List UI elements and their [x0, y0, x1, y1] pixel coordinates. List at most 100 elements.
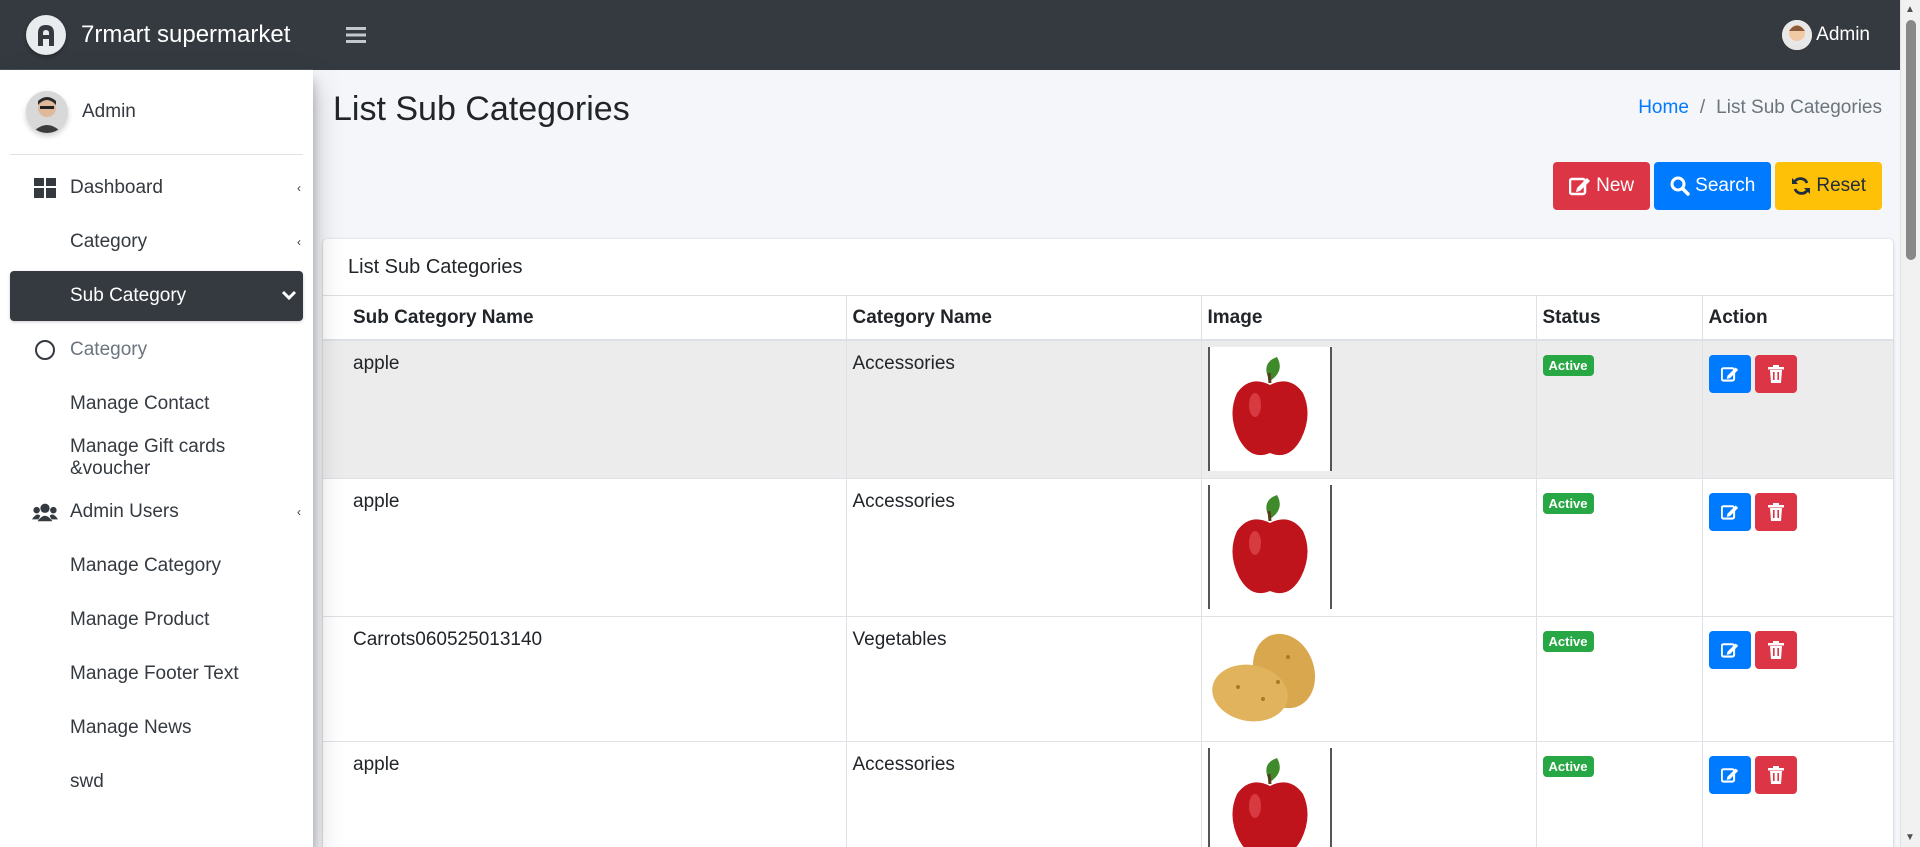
search-button-label: Search — [1695, 175, 1756, 196]
card-title: List Sub Categories — [323, 239, 1893, 296]
delete-button[interactable] — [1754, 355, 1797, 393]
reset-button-label: Reset — [1816, 175, 1866, 196]
breadcrumb-current: List Sub Categories — [1716, 97, 1882, 118]
status-badge: Active — [1542, 492, 1594, 514]
edit-icon — [1720, 642, 1738, 658]
image-cell — [1201, 339, 1537, 478]
sidebar-item-manage-gift-cards[interactable]: Manage Gift cards &voucher — [10, 433, 303, 483]
sidebar-item-label: Manage Gift cards &voucher — [70, 436, 226, 479]
sidebar-item-sub-category[interactable]: Sub Category — [10, 271, 303, 321]
main-content: List Sub Categories Home / List Sub Cate… — [313, 70, 1900, 847]
column-header[interactable]: Sub Category Name — [323, 296, 847, 341]
breadcrumb: Home / List Sub Categories — [1638, 97, 1882, 119]
edit-button[interactable] — [1708, 355, 1751, 393]
category-name: Accessories — [846, 740, 1202, 847]
chevron-left-icon: ‹ — [297, 505, 301, 519]
chevron-left-icon: ‹ — [297, 235, 301, 249]
trash-icon — [1767, 640, 1784, 659]
navbar-user-name: Admin — [1816, 24, 1870, 45]
status-badge: Active — [1542, 355, 1594, 376]
delete-button[interactable] — [1754, 630, 1797, 669]
table-row: apple Accessories Active — [323, 339, 1893, 478]
refresh-icon — [1792, 177, 1811, 195]
scrollbar-thumb[interactable] — [1906, 20, 1916, 260]
sidebar-item-manage-footer-text[interactable]: Manage Footer Text — [10, 649, 303, 699]
edit-button[interactable] — [1708, 755, 1751, 794]
scroll-up-icon[interactable]: ▲ — [1905, 4, 1915, 15]
sidebar-item-label: Manage Footer Text — [70, 663, 239, 684]
chevron-left-icon: ‹ — [297, 181, 301, 195]
table-header-row: Sub Category Name Category Name Image St… — [323, 296, 1893, 341]
sidebar-item-category[interactable]: Category ‹ — [10, 217, 303, 267]
column-header[interactable]: Category Name — [846, 296, 1202, 341]
status-badge: Active — [1542, 755, 1594, 777]
search-icon — [1670, 176, 1690, 196]
navbar-user-menu[interactable]: Admin — [1782, 0, 1870, 70]
scroll-down-icon[interactable]: ▼ — [1905, 832, 1915, 843]
sidebar-item-label: Manage Category — [70, 555, 222, 576]
brand-logo-icon — [26, 14, 66, 55]
sidebar: Admin Dashboard ‹ Category ‹ Sub Categor… — [0, 70, 313, 847]
sub-category-name: apple — [323, 740, 847, 847]
sub-categories-card: List Sub Categories Sub Category Name Ca… — [323, 239, 1893, 847]
avatar — [1782, 20, 1813, 50]
table-row: Carrots060525013140 Vegetables Active — [323, 615, 1893, 741]
search-button[interactable]: Search — [1654, 162, 1772, 210]
apple-image — [1207, 747, 1332, 847]
edit-icon — [1569, 177, 1591, 196]
column-header[interactable]: Status — [1536, 296, 1703, 341]
status-cell: Active — [1536, 477, 1703, 616]
status-cell: Active — [1536, 740, 1703, 847]
circle-icon — [32, 337, 58, 363]
sidebar-item-label: Admin Users — [70, 501, 179, 522]
breadcrumb-home-link[interactable]: Home — [1638, 97, 1689, 119]
sub-category-name: apple — [323, 339, 847, 478]
sidebar-item-label: Dashboard — [70, 177, 163, 198]
sidebar-item-label: Sub Category — [70, 285, 187, 306]
new-button[interactable]: New — [1553, 162, 1651, 210]
image-cell — [1201, 477, 1537, 616]
status-badge: Active — [1542, 630, 1594, 652]
breadcrumb-separator: / — [1699, 97, 1706, 118]
sidebar-item-manage-category[interactable]: Manage Category — [10, 541, 303, 591]
brand[interactable]: 7rmart supermarket — [0, 0, 313, 70]
table-row: apple Accessories Active — [323, 740, 1893, 847]
sidebar-item-manage-product[interactable]: Manage Product — [10, 595, 303, 645]
apple-image — [1207, 347, 1332, 471]
column-header: Action — [1702, 296, 1893, 341]
sidebar-item-label: Manage Product — [70, 609, 210, 630]
sidebar-item-dashboard[interactable]: Dashboard ‹ — [10, 163, 303, 213]
category-name: Vegetables — [846, 615, 1202, 741]
edit-button[interactable] — [1708, 630, 1751, 669]
page-scrollbar[interactable]: ▲ ▼ — [1900, 0, 1920, 847]
status-cell: Active — [1536, 615, 1703, 741]
image-cell — [1201, 740, 1537, 847]
menu-toggle-icon[interactable] — [343, 22, 369, 48]
column-header[interactable]: Image — [1201, 296, 1537, 341]
sidebar-item-label: Category — [70, 339, 148, 360]
trash-icon — [1767, 365, 1784, 383]
sidebar-item-label: Category — [70, 231, 148, 252]
sidebar-item-label: Manage News — [70, 717, 192, 738]
sidebar-item-admin-users[interactable]: Admin Users ‹ — [10, 487, 303, 537]
sidebar-nav: Dashboard ‹ Category ‹ Sub Category Cate… — [0, 163, 313, 807]
edit-button[interactable] — [1708, 492, 1751, 531]
dashboard-icon — [32, 175, 58, 201]
action-cell — [1702, 477, 1893, 616]
reset-button[interactable]: Reset — [1775, 162, 1882, 210]
users-icon — [32, 499, 58, 525]
sidebar-item-swd[interactable]: swd — [10, 757, 303, 807]
avatar — [26, 91, 68, 133]
edit-icon — [1720, 767, 1738, 783]
sidebar-item-category-sub[interactable]: Category — [10, 325, 303, 375]
brand-name: 7rmart supermarket — [81, 20, 291, 48]
trash-icon — [1767, 765, 1784, 784]
sidebar-item-manage-news[interactable]: Manage News — [10, 703, 303, 753]
edit-icon — [1720, 504, 1738, 520]
apple-image — [1207, 484, 1332, 609]
delete-button[interactable] — [1754, 492, 1797, 531]
top-navbar: Admin — [313, 0, 1900, 70]
delete-button[interactable] — [1754, 755, 1797, 794]
sidebar-item-manage-contact[interactable]: Manage Contact — [10, 379, 303, 429]
sidebar-user-panel[interactable]: Admin — [10, 70, 303, 155]
